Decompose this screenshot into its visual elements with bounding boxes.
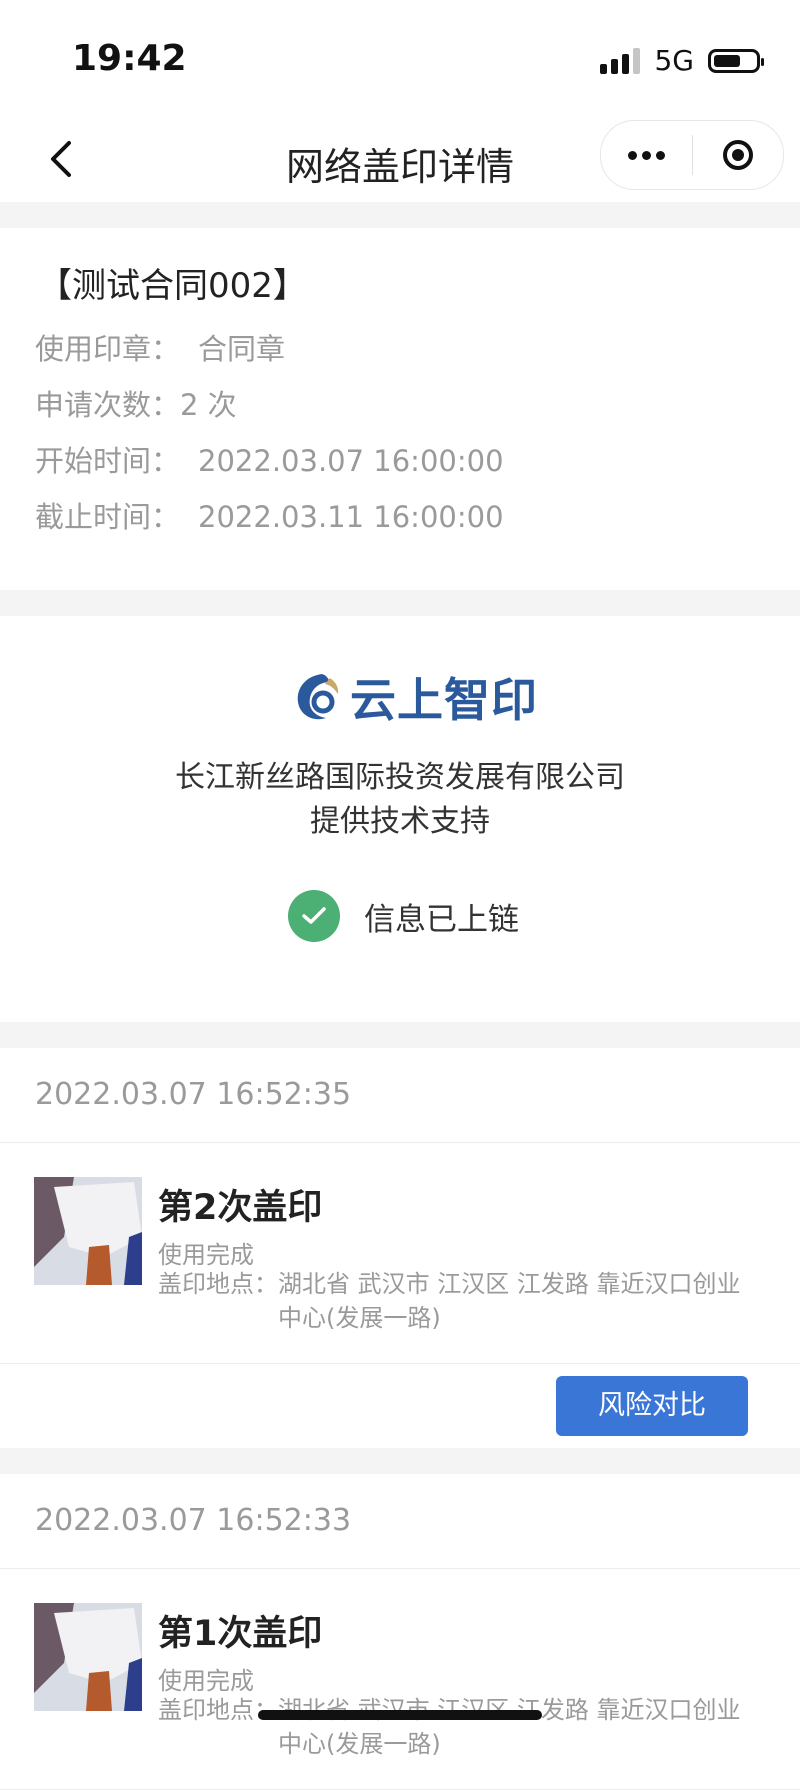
record-datetime: 2022.03.07 16:52:35: [0, 1048, 800, 1143]
info-value: 2 次: [180, 388, 237, 422]
info-label: 截止时间：: [35, 500, 181, 534]
info-row-start: 开始时间： 2022.03.07 16:00:00: [35, 438, 504, 480]
chain-status: 信息已上链: [288, 890, 519, 942]
swirl-logo-icon: [297, 674, 339, 720]
info-value: 合同章: [198, 332, 286, 366]
record-location: 盖印地点： 湖北省 武汉市 江汉区 江发路 靠近汉口创业中心(发展一路): [158, 1267, 758, 1335]
contract-info-card: 【测试合同002】 使用印章： 合同章 申请次数：2 次 开始时间： 2022.03…: [0, 228, 800, 590]
record-body[interactable]: 第2次盖印 使用完成 盖印地点： 湖北省 武汉市 江汉区 江发路 靠近汉口创业中…: [0, 1143, 800, 1364]
logo-text: 云上智印: [350, 673, 538, 727]
home-indicator[interactable]: [258, 1710, 542, 1720]
network-label: 5G: [654, 44, 694, 77]
nav-bar: 网络盖印详情: [0, 116, 800, 202]
location-label: 盖印地点：: [158, 1696, 278, 1724]
stamp-record: 2022.03.07 16:52:35 第2次盖印 使用完成 盖印地点： 湖北省…: [0, 1048, 800, 1448]
record-title: 第2次盖印: [158, 1188, 323, 1228]
status-time: 19:42: [72, 38, 187, 79]
chain-status-label: 信息已上链: [364, 901, 519, 938]
more-dots-icon: [627, 150, 665, 160]
stamp-record: 2022.03.07 16:52:33 第1次盖印 使用完成 盖印地点： 湖北省…: [0, 1474, 800, 1790]
tech-support-card: 云上智印 长江新丝路国际投资发展有限公司 提供技术支持 信息已上链: [0, 616, 800, 1022]
contract-title: 【测试合同002】: [38, 266, 307, 306]
check-circle-icon: [288, 890, 340, 942]
info-value: 2022.03.07 16:00:00: [198, 444, 504, 478]
record-status: 使用完成: [158, 1241, 254, 1269]
record-title: 第1次盖印: [158, 1614, 323, 1654]
stamp-photo[interactable]: [34, 1603, 142, 1711]
info-value: 2022.03.11 16:00:00: [198, 500, 504, 534]
risk-compare-button[interactable]: 风险对比: [556, 1376, 748, 1436]
more-button[interactable]: [601, 121, 692, 189]
close-miniprogram-button[interactable]: [693, 121, 784, 189]
record-actions: 风险对比: [0, 1364, 800, 1448]
record-datetime: 2022.03.07 16:52:33: [0, 1474, 800, 1569]
brand-logo: 云上智印: [292, 664, 538, 730]
info-label: 开始时间：: [35, 444, 181, 478]
location-value: 湖北省 武汉市 江汉区 江发路 靠近汉口创业中心(发展一路): [278, 1270, 741, 1332]
location-value: 湖北省 武汉市 江汉区 江发路 靠近汉口创业中心(发展一路): [278, 1696, 741, 1758]
status-bar: 19:42 5G: [0, 0, 800, 116]
support-caption: 提供技术支持: [310, 804, 490, 839]
record-body[interactable]: 第1次盖印 使用完成 盖印地点： 湖北省 武汉市 江汉区 江发路 靠近汉口创业中…: [0, 1569, 800, 1790]
target-icon: [722, 140, 753, 170]
location-label: 盖印地点：: [158, 1270, 278, 1298]
status-icons: 5G: [600, 44, 764, 77]
stamp-photo[interactable]: [34, 1177, 142, 1285]
info-row-end: 截止时间： 2022.03.11 16:00:00: [35, 494, 504, 536]
info-row-count: 申请次数：2 次: [35, 382, 237, 424]
support-text: 长江新丝路国际投资发展有限公司 提供技术支持: [0, 756, 800, 844]
miniprogram-capsule: [600, 120, 784, 190]
battery-icon: [708, 48, 764, 73]
info-label: 申请次数：: [35, 388, 181, 422]
signal-icon: [600, 47, 641, 74]
info-label: 使用印章：: [35, 332, 181, 366]
record-location: 盖印地点： 湖北省 武汉市 江汉区 江发路 靠近汉口创业中心(发展一路): [158, 1693, 758, 1761]
info-row-seal: 使用印章： 合同章: [35, 326, 285, 368]
record-status: 使用完成: [158, 1667, 254, 1695]
company-name: 长江新丝路国际投资发展有限公司: [175, 760, 625, 795]
